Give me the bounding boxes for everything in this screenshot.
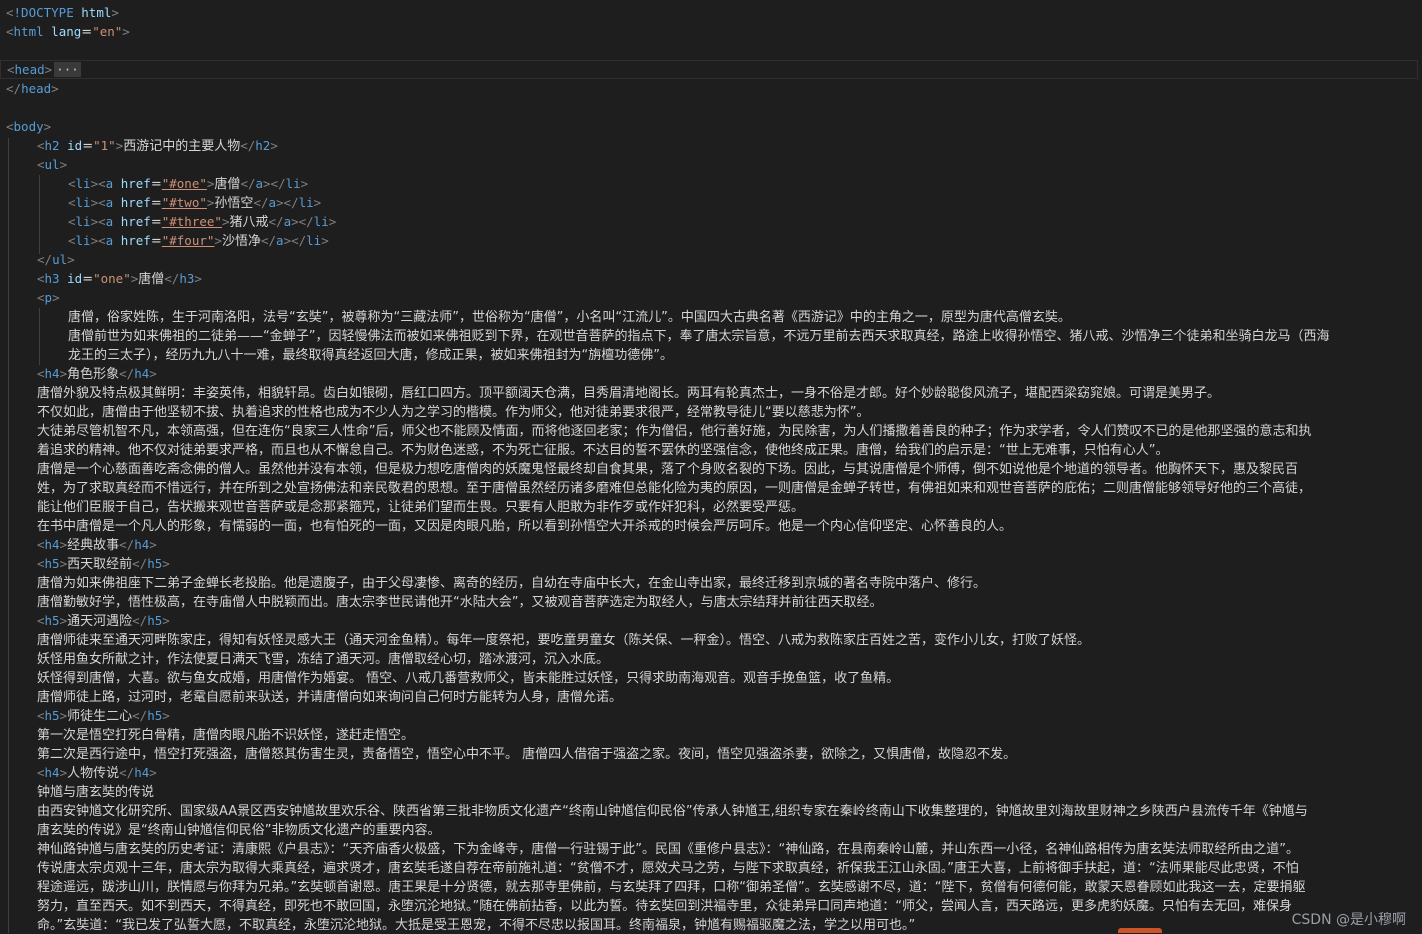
- indent-guide: [8, 138, 9, 933]
- text-line[interactable]: 唐僧为如来佛祖座下二弟子金蝉长老投胎。他是遗腹子，由于父母凄惨、离奇的经历，自幼…: [37, 573, 1418, 592]
- text-line[interactable]: 大徒弟尽管机智不凡，本领高强，但在连伤“良家三人性命”后，师父也不能顾及情面，而…: [37, 421, 1418, 440]
- code-line[interactable]: <h3 id="one">唐僧</h3>: [37, 269, 1418, 288]
- code-editor[interactable]: <!DOCTYPE html> <html lang="en"> <head> ·…: [0, 0, 1422, 933]
- text-line[interactable]: 由西安钟馗文化研究所、国家级AA景区西安钟馗故里欢乐谷、陕西省第三批非物质文化遗…: [37, 801, 1418, 820]
- text-line[interactable]: 神仙路钟馗与唐玄奘的历史考证：清康熙《户县志》：“天齐庙香火极盛，下为金峰寺，唐…: [37, 839, 1418, 858]
- href-link[interactable]: "#three": [162, 214, 222, 229]
- text-line[interactable]: 唐僧前世为如来佛祖的二徒弟——“金蝉子”，因轻慢佛法而被如来佛祖贬到下界，在观世…: [68, 326, 1418, 345]
- href-link[interactable]: "#one": [162, 176, 207, 191]
- text-line[interactable]: 第二次是西行途中，悟空打死强盗，唐僧怒其伤害生灵，责备悟空，悟空心中不平。 唐僧…: [37, 744, 1418, 763]
- code-line[interactable]: <body>: [6, 117, 1418, 136]
- h2-text: 西游记中的主要人物: [123, 139, 241, 154]
- decorative-mark: [1118, 928, 1162, 933]
- text-line[interactable]: 妖怪用鱼女所献之计，作法使夏日满天飞雪，冻结了通天河。唐僧取经心切，踏冰渡河，沉…: [37, 649, 1418, 668]
- text-line[interactable]: 程途遥远，跋涉山川，朕情愿与你拜为兄弟。”玄奘顿首谢恩。唐王果是十分贤德，就去那…: [37, 877, 1418, 896]
- code-line[interactable]: </head>: [6, 79, 1418, 98]
- indent-guide: [39, 175, 40, 254]
- text-line[interactable]: 姓，为了求取真经而不惜远行，并在所到之处宣扬佛法和亲民敬君的思想。至于唐僧虽然经…: [37, 478, 1418, 497]
- text-line[interactable]: 唐僧师徒上路，过河时，老鼋自愿前来驮送，并请唐僧向如来询问自己何时方能转为人身，…: [37, 687, 1418, 706]
- text-line[interactable]: 着追求的精神。他不仅对徒弟要求严格，而且也从不懈怠自己。不为财色迷惑，不为死亡征…: [37, 440, 1418, 459]
- text-line[interactable]: 唐僧外貌及特点极其鲜明：丰姿英伟，相貌轩昂。齿白如银砌，唇红口四方。顶平额阔天仓…: [37, 383, 1418, 402]
- code-line[interactable]: <ul>: [37, 155, 1418, 174]
- code-line[interactable]: <h5>西天取经前</h5>: [37, 554, 1418, 573]
- href-link[interactable]: "#two": [162, 195, 207, 210]
- code-line[interactable]: <h4>角色形象</h4>: [37, 364, 1418, 383]
- code-line[interactable]: <p>: [37, 288, 1418, 307]
- code-line[interactable]: <li><a href="#one">唐僧</a></li>: [68, 174, 1418, 193]
- code-line[interactable]: <h5>师徒生二心</h5>: [37, 706, 1418, 725]
- doctype-keyword: !DOCTYPE: [13, 5, 74, 20]
- href-link[interactable]: "#four": [162, 233, 215, 248]
- text-line[interactable]: 唐僧是一个心慈面善吃斋念佛的僧人。虽然他并没有本领，但是极力想吃唐僧肉的妖魔鬼怪…: [37, 459, 1418, 478]
- code-line[interactable]: <h4>经典故事</h4>: [37, 535, 1418, 554]
- code-line[interactable]: <h2 id="1">西游记中的主要人物</h2>: [37, 136, 1418, 155]
- text-line[interactable]: 唐僧，俗家姓陈，生于河南洛阳，法号“玄奘”，被尊称为“三藏法师”，世俗称为“唐僧…: [68, 307, 1418, 326]
- text-line[interactable]: 唐僧师徒来至通天河畔陈家庄，得知有妖怪灵感大王（通天河金鱼精）。每年一度祭祀，要…: [37, 630, 1418, 649]
- text-line[interactable]: 钟馗与唐玄奘的传说: [37, 782, 1418, 801]
- text-line[interactable]: 在书中唐僧是一个凡人的形象，有懦弱的一面，也有怕死的一面，又因是肉眼凡胎，所以看…: [37, 516, 1418, 535]
- text-line[interactable]: 妖怪得到唐僧，大喜。欲与鱼女成婚，用唐僧作为婚宴。 悟空、八戒几番营救师父，皆未…: [37, 668, 1418, 687]
- text-line[interactable]: 唐僧勤敏好学，悟性极高，在寺庙僧人中脱颖而出。唐太宗李世民请他开“水陆大会”，又…: [37, 592, 1418, 611]
- text-line[interactable]: 努力，直至西天。如不到西天，不得真经，即死也不敢回国，永堕沉沦地狱。”随在佛前拈…: [37, 896, 1418, 915]
- code-line[interactable]: <li><a href="#three">猪八戒</a></li>: [68, 212, 1418, 231]
- indent-guide: [39, 308, 40, 365]
- watermark: CSDN @是小穆啊: [1291, 909, 1406, 929]
- code-line[interactable]: </ul>: [37, 250, 1418, 269]
- text-line[interactable]: 不仅如此，唐僧由于他坚韧不拔、执着追求的性格也成为不少人为之学习的楷模。作为师父…: [37, 402, 1418, 421]
- code-line[interactable]: <li><a href="#four">沙悟净</a></li>: [68, 231, 1418, 250]
- fold-ellipsis-icon[interactable]: ···: [54, 62, 81, 77]
- text-line[interactable]: 能让他们臣服于自己，告状搬来观世音菩萨或是念那紧箍咒，让徒弟们望而生畏。只要有人…: [37, 497, 1418, 516]
- code-line[interactable]: <h4>人物传说</h4>: [37, 763, 1418, 782]
- text-line[interactable]: 传说唐太宗贞观十三年，唐太宗为取得大乘真经，遍求贤才，唐玄奘毛遂自荐在帝前施礼道…: [37, 858, 1418, 877]
- text-line[interactable]: 命。”玄奘道：“我已发了弘誓大愿，不取真经，永堕沉沦地狱。大抵是受王恩宠，不得不…: [37, 915, 1418, 934]
- text-line[interactable]: 龙王的三太子），经历九九八十一难，最终取得真经返回大唐，修成正果，被如来佛祖封为…: [68, 345, 1418, 364]
- folded-head-line[interactable]: <head> ···: [0, 60, 1418, 79]
- text-line[interactable]: 第一次是悟空打死白骨精，唐僧肉眼凡胎不识妖怪，遂赶走悟空。: [37, 725, 1418, 744]
- code-line[interactable]: <html lang="en">: [6, 22, 1418, 41]
- code-line[interactable]: <li><a href="#two">孙悟空</a></li>: [68, 193, 1418, 212]
- code-line[interactable]: <h5>通天河遇险</h5>: [37, 611, 1418, 630]
- code-line[interactable]: <!DOCTYPE html>: [6, 3, 1418, 22]
- text-line[interactable]: 唐玄奘的传说》是“终南山钟馗信仰民俗”非物质文化遗产的重要内容。: [37, 820, 1418, 839]
